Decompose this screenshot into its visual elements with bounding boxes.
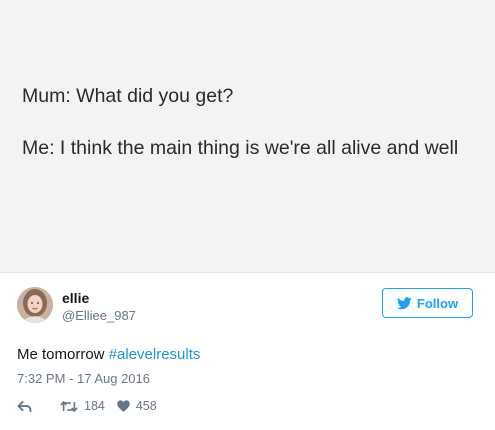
retweet-icon: [60, 400, 78, 412]
author-handle[interactable]: @Elliee_987: [62, 308, 136, 323]
like-count: 458: [135, 399, 157, 413]
hashtag-link[interactable]: #alevelresults: [109, 346, 201, 363]
tweet-actions: 184 458: [17, 397, 157, 415]
tweet-text: Me tomorrow #alevelresults: [17, 346, 200, 363]
tweet-body: Me tomorrow: [17, 346, 109, 363]
reply-button[interactable]: [17, 400, 32, 413]
tweet-image[interactable]: Mum: What did you get? Me: I think the m…: [0, 0, 495, 272]
like-button[interactable]: 458: [117, 399, 157, 413]
divider: [0, 272, 495, 273]
timestamp[interactable]: 7:32 PM - 17 Aug 2016: [17, 371, 150, 386]
reply-icon: [17, 400, 32, 412]
retweet-count: 184: [84, 399, 105, 413]
heart-icon: [117, 400, 130, 412]
retweet-button[interactable]: 184: [60, 399, 105, 413]
follow-label: Follow: [416, 295, 459, 311]
avatar[interactable]: [17, 287, 53, 323]
meme-text-line-2: Me: I think the main thing is we're all …: [22, 137, 459, 159]
author-name[interactable]: ellie: [62, 290, 89, 306]
profile-photo-icon: [17, 287, 53, 323]
follow-button[interactable]: Follow: [382, 288, 473, 318]
meme-text-line-1: Mum: What did you get?: [22, 85, 234, 107]
twitter-bird-icon: [396, 296, 412, 309]
